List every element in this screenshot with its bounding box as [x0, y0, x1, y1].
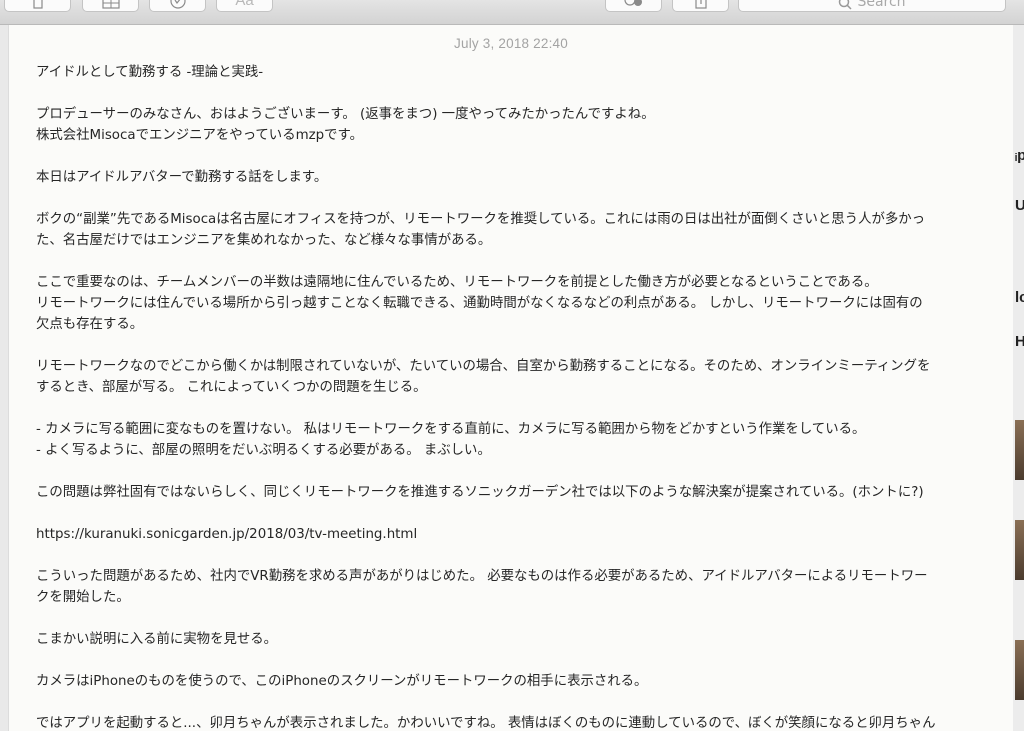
note-line: 本日はアイドルアバターで勤務する話をします。	[36, 170, 328, 185]
delete-note-button[interactable]	[4, 0, 71, 12]
note-line	[36, 398, 996, 419]
background-photo	[1015, 520, 1024, 580]
note-line: 欠点も存在する。	[36, 317, 144, 332]
note-line	[36, 545, 996, 566]
note-date: July 3, 2018 22:40	[454, 36, 568, 51]
note-line	[36, 188, 996, 209]
note-line: こまかい説明に入る前に実物を見せる。	[36, 632, 278, 647]
notes-list-edge[interactable]	[0, 25, 9, 731]
note-line: カメラはiPhoneのものを使うので、このiPhoneのスクリーンがリモートワー…	[36, 674, 648, 689]
note-line: この問題は弊社固有ではないらしく、同じくリモートワークを推進するソニックガーデン…	[36, 485, 924, 500]
search-placeholder: Search	[857, 0, 906, 10]
note-line: リモートワークには住んでいる場所から引っ越すことなく転職できる、通勤時間がなくな…	[36, 296, 923, 311]
share-icon	[694, 0, 707, 9]
add-people-icon	[623, 0, 642, 6]
note-line	[36, 608, 996, 629]
background-text-fragment: H	[1015, 333, 1024, 350]
search-icon	[839, 0, 852, 10]
note-line: クを開始した。	[36, 590, 130, 605]
table-button[interactable]	[82, 0, 139, 12]
note-line: - よく写るように、部屋の照明をだいぶ明るくする必要がある。 まぶしい。	[36, 443, 491, 458]
search-field[interactable]: Search	[738, 0, 1006, 12]
note-line: https://kuranuki.sonicgarden.jp/2018/03/…	[36, 527, 418, 542]
background-text-fragment: U	[1015, 197, 1024, 214]
note-body[interactable]: アイドルとして勤務する -理論と実践- プロデューサーのみなさん、おはようございま…	[36, 62, 996, 731]
note-editor[interactable]: July 3, 2018 22:40 アイドルとして勤務する -理論と実践- プロ…	[9, 25, 1013, 731]
note-line: た、名古屋だけではエンジニアを集めれなかった、など様々な事情がある。	[36, 233, 492, 248]
format-button-label: Aa	[235, 0, 254, 9]
note-line: するとき、部屋が写る。 これによっていくつかの問題を生じる。	[36, 380, 427, 395]
background-photo	[1015, 420, 1024, 480]
note-line: こういった問題があるため、社内でVR勤務を求める声があがりはじめた。 必要なもの…	[36, 569, 928, 584]
checkmark-circle-icon	[169, 0, 186, 9]
background-photo	[1015, 640, 1024, 700]
note-line: リモートワークなのでどこから働くかは制限されていないが、たいていの場合、自室から…	[36, 359, 931, 374]
note-line: ボクの“副業”先であるMisocaは名古屋にオフィスを持つが、リモートワークを推…	[36, 212, 926, 227]
trash-icon	[32, 0, 43, 9]
share-button[interactable]	[672, 0, 729, 12]
note-line	[36, 251, 996, 272]
note-line	[36, 692, 996, 713]
checklist-button[interactable]	[149, 0, 206, 12]
note-line: アイドルとして勤務する -理論と実践-	[36, 65, 264, 80]
note-line	[36, 650, 996, 671]
table-icon	[101, 0, 120, 9]
background-window[interactable]: ᵢp U lc H	[1013, 25, 1024, 731]
note-line	[36, 461, 996, 482]
note-line	[36, 146, 996, 167]
note-line: - カメラに写る範囲に変なものを置けない。 私はリモートワークをする直前に、カメ…	[36, 422, 866, 437]
note-line	[36, 503, 996, 524]
note-line: 株式会社Misocaでエンジニアをやっているmzpです。	[36, 128, 363, 143]
note-line: ここで重要なのは、チームメンバーの半数は遠隔地に住んでいるため、リモートワークを…	[36, 275, 878, 290]
notes-toolbar: Aa Search	[0, 0, 1024, 25]
format-button[interactable]: Aa	[216, 0, 273, 12]
note-line: プロデューサーのみなさん、おはようございまーす。 (返事をまつ) 一度やってみた…	[36, 107, 655, 122]
background-text-fragment: lc	[1015, 289, 1024, 306]
add-people-button[interactable]	[605, 0, 662, 12]
note-line	[36, 83, 996, 104]
note-line	[36, 335, 996, 356]
background-text-fragment: ᵢp	[1015, 147, 1024, 164]
note-line: ではアプリを起動すると...、卯月ちゃんが表示されました。かわいいですね。 表情…	[36, 716, 936, 731]
